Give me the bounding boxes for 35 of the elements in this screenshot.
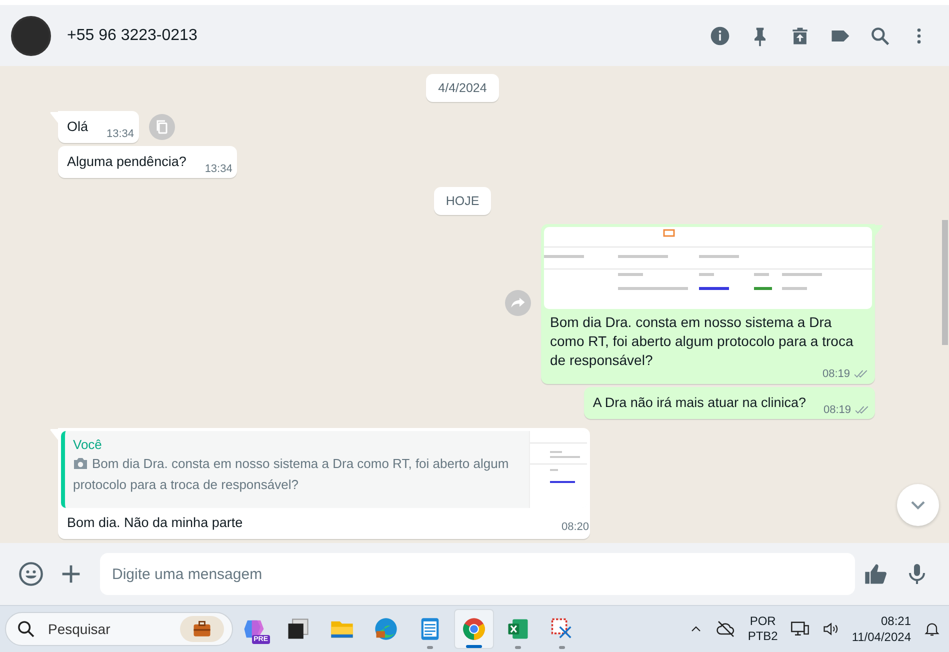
message-time: 13:34 [204, 162, 232, 176]
chrome-icon [461, 616, 487, 642]
message-time: 08:19 [822, 367, 850, 381]
quote-author: Você [73, 436, 103, 454]
taskbar-search-field[interactable]: Pesquisar [5, 612, 233, 646]
message-input[interactable]: Digite uma mensagem [100, 553, 855, 595]
date-label: 4/4/2024 [426, 74, 499, 102]
search-icon [16, 619, 36, 639]
contact-name[interactable]: +55 96 3223-0213 [67, 26, 691, 44]
search-input[interactable]: Pesquisar [46, 620, 170, 638]
browser-icon [373, 616, 399, 642]
message-text: Bom dia Dra. consta em nosso sistema a Dra como RT, foi aberto algum protocolo para a troca de responsável? [550, 313, 854, 369]
cloud-off-icon[interactable] [716, 619, 736, 639]
message-time: 08:20 [561, 520, 589, 534]
clock-time[interactable]: 08:21 [880, 613, 911, 629]
quoted-message[interactable]: Você Bom dia Dra. consta em nosso sistema a Dra como RT, foi aberto algum protocolo para a troca de responsável? [61, 431, 587, 508]
avatar[interactable] [11, 16, 51, 56]
search-icon[interactable] [869, 24, 891, 46]
camera-icon [73, 457, 88, 470]
keyboard-layout[interactable]: PTB2 [748, 629, 778, 644]
bell-icon[interactable] [923, 620, 941, 638]
emoji-icon[interactable] [18, 561, 44, 587]
message-time: 08:19 [823, 403, 851, 417]
speaker-icon[interactable] [822, 620, 840, 638]
clock-date[interactable]: 11/04/2024 [852, 629, 911, 645]
message-text: Alguma pendência? [67, 154, 186, 169]
scrollbar-thumb[interactable] [942, 220, 948, 345]
message-text: Bom dia. Não da minha parte [67, 515, 243, 530]
message-text: A Dra não irá mais atuar na clinica? [592, 395, 806, 410]
message-text: Olá [67, 119, 88, 134]
quote-text: Bom dia Dra. consta em nosso sistema a Dra como RT, foi aberto algum protocolo para a troca de responsável? [73, 455, 510, 494]
info-icon[interactable] [709, 24, 731, 46]
date-label: HOJE [434, 187, 492, 215]
message-time: 13:34 [106, 127, 134, 141]
language-code[interactable]: POR [750, 614, 776, 629]
